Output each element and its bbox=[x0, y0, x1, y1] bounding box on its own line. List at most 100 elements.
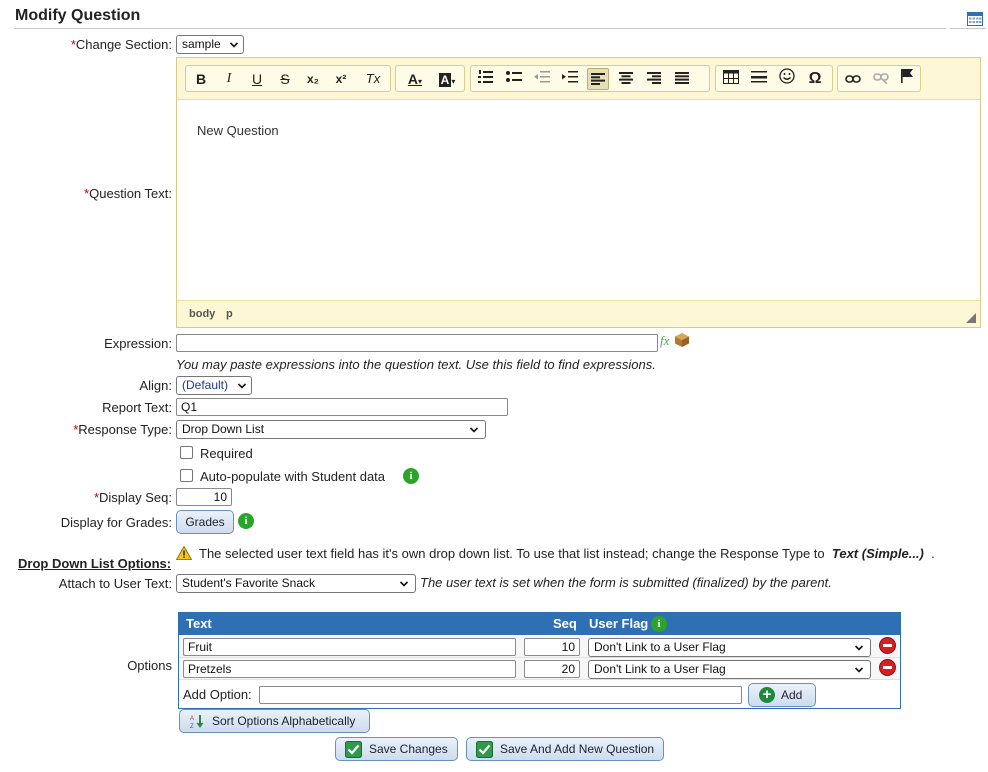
subscript-button[interactable]: x₂ bbox=[302, 68, 324, 90]
align-left-icon bbox=[591, 73, 605, 85]
path-p[interactable]: p bbox=[226, 308, 233, 320]
remove-format-button[interactable]: Tx bbox=[362, 68, 384, 90]
toolbar-group-links bbox=[837, 65, 921, 92]
superscript-button[interactable]: x² bbox=[330, 68, 352, 90]
table-icon bbox=[723, 70, 739, 84]
display-seq-label: *Display Seq: bbox=[93, 490, 172, 505]
chevron-down-icon bbox=[238, 383, 246, 389]
special-character-button[interactable]: Ω bbox=[804, 68, 826, 90]
add-option-button[interactable]: + Add bbox=[748, 683, 816, 707]
remove-option-icon[interactable] bbox=[879, 637, 896, 654]
dropdown-warning: The selected user text field has it's ow… bbox=[199, 546, 935, 561]
indent-button[interactable] bbox=[559, 68, 581, 90]
required-checkbox[interactable] bbox=[180, 446, 193, 459]
info-icon[interactable]: i bbox=[651, 616, 667, 632]
align-select[interactable]: (Default) bbox=[176, 376, 252, 395]
toolbar-group-paragraph bbox=[470, 65, 710, 92]
expression-input[interactable] bbox=[176, 334, 658, 352]
calendar-icon[interactable] bbox=[967, 11, 983, 26]
option-flag-select[interactable]: Don't Link to a User Flag bbox=[588, 660, 871, 679]
text-color-button[interactable]: A▾ bbox=[401, 68, 429, 90]
resize-handle-icon[interactable] bbox=[966, 313, 976, 323]
header-text: Text bbox=[186, 616, 212, 631]
expression-hint: You may paste expressions into the quest… bbox=[176, 357, 656, 372]
remove-option-icon[interactable] bbox=[879, 659, 896, 676]
link-button[interactable] bbox=[842, 68, 864, 90]
table-row: Pretzels 20 Don't Link to a User Flag bbox=[179, 658, 900, 680]
grades-button[interactable]: Grades bbox=[176, 510, 234, 534]
editor-toolbar: B I U S x₂ x² Tx A▾ A ▾ Ω bbox=[177, 58, 980, 100]
bulleted-list-button[interactable] bbox=[503, 68, 525, 90]
options-table: Text Seq User Flag i Fruit 10 Don't Link… bbox=[178, 612, 901, 709]
option-seq-input[interactable]: 10 bbox=[524, 638, 580, 656]
bold-button[interactable]: B bbox=[190, 68, 212, 90]
bulleted-list-icon bbox=[506, 71, 522, 82]
add-option-input[interactable] bbox=[259, 686, 742, 704]
report-text-input[interactable]: Q1 bbox=[176, 398, 508, 416]
display-grades-label: Display for Grades: bbox=[60, 515, 172, 530]
horizontal-line-button[interactable] bbox=[748, 68, 770, 90]
numbered-list-button[interactable] bbox=[475, 68, 497, 90]
strikethrough-button[interactable]: S bbox=[274, 68, 296, 90]
chevron-down-icon bbox=[470, 427, 478, 433]
align-left-button[interactable] bbox=[587, 68, 609, 90]
option-text-input[interactable]: Fruit bbox=[183, 638, 516, 656]
options-label: Options bbox=[127, 658, 172, 673]
save-and-add-button[interactable]: Save And Add New Question bbox=[466, 737, 664, 761]
align-right-button[interactable] bbox=[643, 68, 665, 90]
options-table-header: Text Seq User Flag i bbox=[179, 613, 900, 635]
underline-button[interactable]: U bbox=[246, 68, 268, 90]
smiley-button[interactable] bbox=[776, 68, 798, 90]
sort-alpha-icon: A Z bbox=[190, 715, 204, 729]
toolbar-group-colors: A▾ A ▾ bbox=[395, 65, 465, 92]
add-option-label: Add Option: bbox=[183, 687, 252, 702]
attach-user-text-select[interactable]: Student's Favorite Snack bbox=[176, 574, 416, 593]
unlink-icon bbox=[873, 73, 889, 85]
page-title: Modify Question bbox=[15, 7, 141, 24]
chevron-down-icon bbox=[400, 581, 408, 587]
save-changes-button[interactable]: Save Changes bbox=[335, 737, 458, 761]
svg-text:A: A bbox=[190, 716, 194, 722]
report-text-label: Report Text: bbox=[102, 400, 172, 415]
header-seq: Seq bbox=[553, 616, 577, 631]
dropdown-options-heading: Drop Down List Options: bbox=[18, 556, 172, 571]
sort-options-button[interactable]: A Z Sort Options Alphabetically bbox=[179, 709, 370, 733]
outdent-icon bbox=[534, 71, 550, 83]
link-icon bbox=[845, 75, 861, 83]
info-icon[interactable]: i bbox=[238, 513, 254, 529]
unlink-button[interactable] bbox=[870, 68, 892, 90]
chevron-down-icon bbox=[855, 667, 863, 673]
attach-user-text-note: The user text is set when the form is su… bbox=[420, 575, 832, 590]
smiley-icon bbox=[779, 68, 795, 84]
align-center-button[interactable] bbox=[615, 68, 637, 90]
table-button[interactable] bbox=[720, 68, 742, 90]
expression-label: Expression: bbox=[104, 336, 172, 351]
editor-statusbar: body p bbox=[177, 300, 980, 327]
justify-icon bbox=[675, 72, 689, 84]
align-right-icon bbox=[647, 72, 661, 84]
path-body[interactable]: body bbox=[189, 308, 215, 320]
info-icon[interactable]: i bbox=[403, 468, 419, 484]
header-user-flag: User Flag bbox=[589, 616, 649, 631]
italic-button[interactable]: I bbox=[218, 68, 240, 90]
change-section-label: *Change Section: bbox=[70, 37, 172, 52]
response-type-select[interactable]: Drop Down List bbox=[176, 420, 486, 439]
function-icon[interactable]: fx bbox=[660, 333, 669, 349]
package-icon[interactable] bbox=[674, 332, 690, 348]
anchor-button[interactable] bbox=[896, 68, 918, 90]
align-center-icon bbox=[619, 72, 633, 84]
display-seq-input[interactable]: 10 bbox=[176, 488, 232, 506]
autopopulate-checkbox[interactable] bbox=[180, 469, 193, 482]
outdent-button[interactable] bbox=[531, 68, 553, 90]
checkmark-icon bbox=[345, 741, 362, 758]
option-text-input[interactable]: Pretzels bbox=[183, 660, 516, 678]
justify-button[interactable] bbox=[671, 68, 693, 90]
attach-user-text-label: Attach to User Text: bbox=[58, 576, 172, 591]
editor-content[interactable]: New Question bbox=[197, 123, 279, 138]
background-color-button[interactable]: A ▾ bbox=[433, 68, 461, 90]
option-seq-input[interactable]: 20 bbox=[524, 660, 580, 678]
plus-icon: + bbox=[759, 687, 775, 703]
option-flag-select[interactable]: Don't Link to a User Flag bbox=[588, 638, 871, 657]
question-text-label: *Question Text: bbox=[84, 186, 172, 201]
change-section-select[interactable]: sample bbox=[176, 35, 244, 54]
